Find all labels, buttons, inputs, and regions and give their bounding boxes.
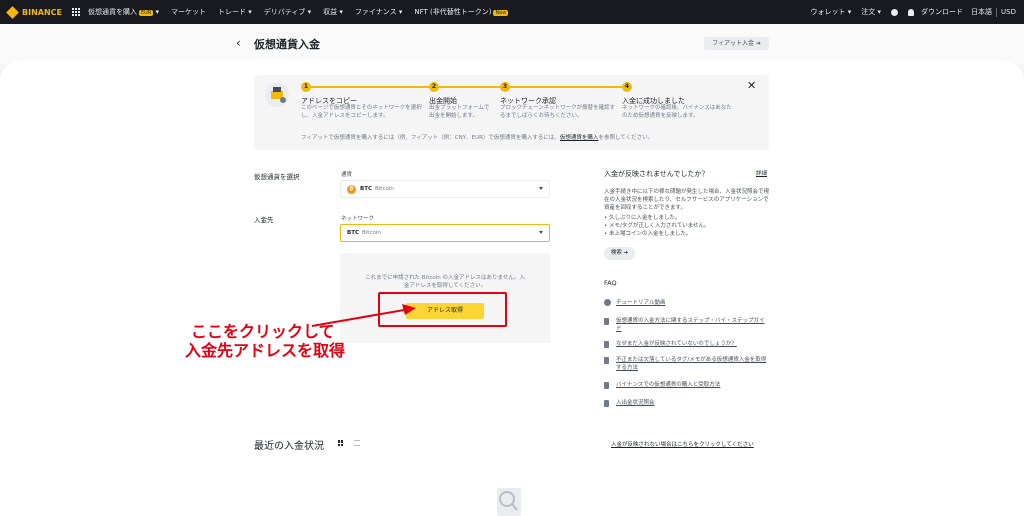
document-icon [604,357,609,364]
deposit-not-credited-link[interactable]: 入金が反映されない場合はこちらをクリックしてください [611,440,754,448]
coin-code: BTC [360,186,372,192]
nav-markets[interactable]: マーケット [171,7,206,17]
nav-divider [996,7,998,17]
no-address-message: これまでに申請された Bitcoin の入金アドレスはありません。入金アドレスを… [365,275,525,289]
coin-select[interactable]: ₿ BTC Bitcoin [340,180,550,198]
faq-title: FAQ [604,279,617,287]
brand-name: BINANCE [22,7,62,17]
nav-finance[interactable]: ファイナンス ▾ [355,7,402,17]
document-icon [604,400,609,407]
nav-wallet[interactable]: ウォレット ▾ [811,7,852,17]
step-description: このページで仮想通貨とそのネットワークを選択し、入金アドレスをコピーします。 [301,105,422,119]
step-number: 3 [500,82,510,92]
grid-view-icon[interactable] [338,440,344,446]
play-icon [604,299,611,306]
nav-derivatives[interactable]: デリバティブ ▾ [264,7,311,17]
search-button[interactable]: 検索 ➔ [604,247,635,260]
coin-field-label: 通貨 [341,172,353,178]
step-number: 2 [429,82,439,92]
faq-item[interactable]: なぜまだ入金が反映されていないのでしょうか？ [604,340,769,348]
apps-grid-icon[interactable] [72,8,80,16]
step-description: ネットワークの確認後、バイナンスはあなたのため仮想通貨を反映します。 [622,105,732,119]
page-title: 仮想通貨入金 [254,38,320,51]
nav-trade[interactable]: トレード ▾ [218,7,252,17]
network-name: Bitcoin [361,230,381,236]
list-item: 未上場コインの入金をしました。 [604,230,710,238]
detail-link[interactable]: 詳細 [756,169,767,177]
language-selector[interactable]: 日本語 [971,7,992,17]
faq-item[interactable]: 入出金状況照会 [604,399,769,407]
list-item: 久しぶりに入金をしました。 [604,214,710,222]
bell-icon[interactable] [908,8,915,16]
step-number: 4 [622,82,632,92]
faq-item[interactable]: チュートリアル動画 [604,299,769,307]
faq-item[interactable]: 不正または欠落しているタグ/メモがある仮想通貨入金を取得する方法 [604,356,769,372]
document-icon [604,318,609,325]
empty-search-icon [497,488,521,516]
step-number: 1 [301,82,311,92]
nav-nft[interactable]: NFT (非代替性トークン) New [414,7,509,17]
binance-logo[interactable]: BINANCE [6,5,62,19]
network-code: BTC [347,230,359,236]
buy-crypto-link[interactable]: 仮想通貨を購入 [560,135,599,141]
page-header [0,24,1024,64]
step-progress-line [439,86,501,88]
deposit-to-label: 入金先 [254,216,274,224]
fiat-note: フィアットで仮想通貨を購入するには（例、フィアット（例：CNY、EUR）で仮想通… [301,135,654,141]
top-nav-bar: BINANCE 仮想通貨を購入 EUR ▾ マーケット トレード ▾ デリバティブ… [0,0,1024,24]
document-icon [604,341,609,348]
faq-item[interactable]: 仮想通貨の入金方法に関するステップ・バイ・ステップガイド [604,317,769,333]
coin-name: Bitcoin [374,186,394,192]
deposit-illustration-icon [265,83,289,107]
currency-selector[interactable]: USD [1001,8,1016,16]
network-select[interactable]: BTC Bitcoin [340,224,550,242]
user-avatar-icon[interactable] [891,8,899,16]
nav-orders[interactable]: 注文 ▾ [861,7,881,17]
chevron-down-icon [539,231,543,234]
annotation-text-line2: 入金先アドレスを取得 [185,341,346,360]
side-description: 入金手続き中に以下の様な問題が発生した場合、入金状況照会で現在の入金状況を検索し… [604,189,770,211]
bitcoin-icon: ₿ [347,184,356,194]
chevron-down-icon [539,187,543,190]
step-description: ブロックチェーンネットワークが振替を確認するまでしばらくお待ちください。 [500,105,616,119]
nav-buy-crypto[interactable]: 仮想通貨を購入 EUR ▾ [88,7,159,17]
currency-badge: EUR [139,10,154,16]
faq-item[interactable]: バイナンスでの仮想通貨の購入と受取方法 [604,381,769,389]
list-view-icon[interactable] [354,440,360,446]
network-field-label: ネットワーク [341,216,375,222]
document-icon [604,382,609,389]
nav-earn[interactable]: 収益 ▾ [323,7,343,17]
new-badge: New [493,10,509,16]
step-progress-line [510,86,622,88]
select-coin-label: 仮想通貨を選択 [254,173,300,181]
side-title: 入金が反映されませんでしたか？ [604,170,709,178]
fiat-deposit-button[interactable]: フィアット入金 ➔ [704,37,769,50]
reason-list: 久しぶりに入金をしました。 メモ/タグが正しく入力されていません。 未上場コイン… [604,214,710,238]
nav-download[interactable]: ダウンロード [921,7,963,17]
step-description: 出金プラットフォームで出金を開始します。 [429,105,490,119]
back-arrow-icon[interactable]: ‹ [236,36,241,50]
recent-deposits-title: 最近の入金状況 [254,441,324,452]
close-icon[interactable]: ✕ [747,79,756,92]
list-item: メモ/タグが正しく入力されていません。 [604,222,710,230]
step-progress-line [310,86,430,88]
binance-logo-icon [6,5,19,19]
